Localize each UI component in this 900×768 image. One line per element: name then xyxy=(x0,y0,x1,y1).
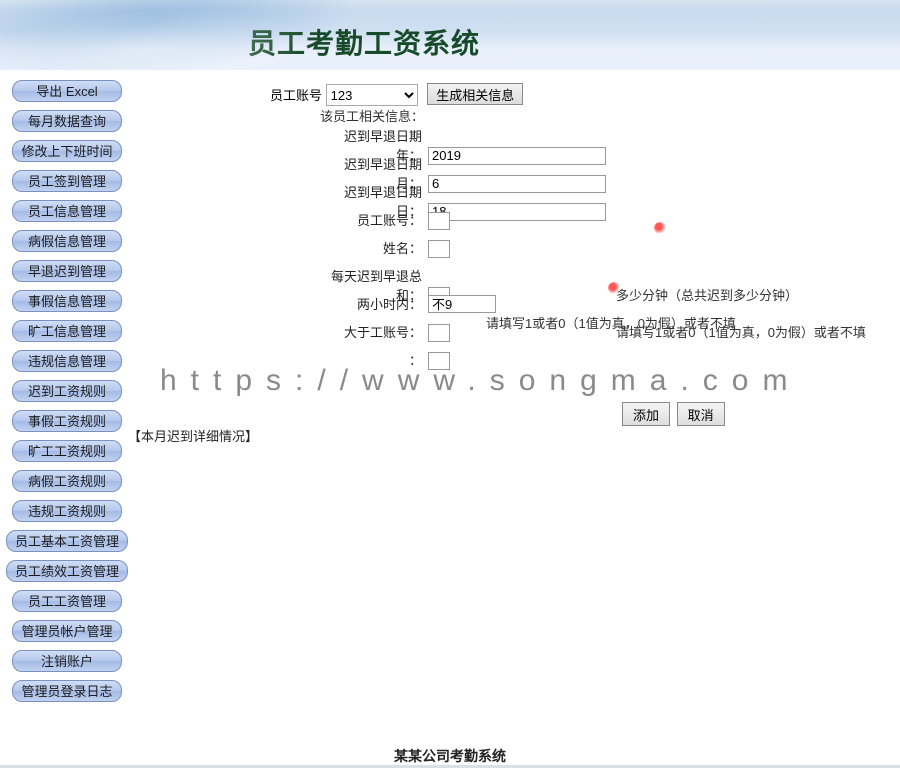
sidebar-item-4[interactable]: 员工信息管理 xyxy=(12,200,122,222)
form-row-1: 迟到早退日期月： xyxy=(320,154,900,182)
form-row-2: 迟到早退日期日： xyxy=(320,182,900,210)
account-label: 员工账号 xyxy=(270,85,322,104)
sidebar-item-10[interactable]: 迟到工资规则 xyxy=(12,380,122,402)
add-button[interactable]: 添加 xyxy=(622,402,670,426)
form-actions: 添加 取消 xyxy=(622,402,728,426)
form-input-8[interactable] xyxy=(428,352,450,370)
cancel-button[interactable]: 取消 xyxy=(677,402,725,426)
sidebar-item-18[interactable]: 管理员帐户管理 xyxy=(12,620,122,642)
form-row-4: 姓名： xyxy=(320,238,900,266)
form-label: 两小时内： xyxy=(320,294,428,313)
form-label: ： xyxy=(320,350,428,369)
sidebar: 导出 Excel 每月数据查询修改上下班时间员工签到管理员工信息管理病假信息管理早… xyxy=(6,80,128,710)
form-row-0: 迟到早退日期年： xyxy=(320,126,900,154)
form-input-4[interactable] xyxy=(428,240,450,258)
employee-info-label: 该员工相关信息： xyxy=(320,106,424,125)
form-input-2[interactable] xyxy=(428,203,606,221)
sidebar-item-1[interactable]: 每月数据查询 xyxy=(12,110,122,132)
form-label: 大于工账号： xyxy=(320,322,428,341)
sidebar-item-17[interactable]: 员工工资管理 xyxy=(12,590,122,612)
form-row-3: 员工账号： xyxy=(320,210,900,238)
sidebar-item-16[interactable]: 员工绩效工资管理 xyxy=(6,560,128,582)
form-label: 姓名： xyxy=(320,238,428,257)
account-select-row: 员工账号 123 生成相关信息 xyxy=(270,83,523,106)
app-title: 员工考勤工资系统 xyxy=(248,22,480,62)
sidebar-item-3[interactable]: 员工签到管理 xyxy=(12,170,122,192)
sidebar-item-5[interactable]: 病假信息管理 xyxy=(12,230,122,252)
sidebar-item-12[interactable]: 旷工工资规则 xyxy=(12,440,122,462)
form-row-6: 两小时内：请填写1或者0（1值为真，0为假）或者不填 xyxy=(320,294,900,322)
sidebar-item-19[interactable]: 注销账户 xyxy=(12,650,122,672)
form-input-3[interactable] xyxy=(428,212,450,230)
form-label: 员工账号： xyxy=(320,210,428,229)
form-hint: 多少分钟（总共迟到多少分钟） xyxy=(616,285,798,304)
sidebar-item-11[interactable]: 事假工资规则 xyxy=(12,410,122,432)
form-input-7[interactable] xyxy=(428,324,450,342)
generate-info-button[interactable]: 生成相关信息 xyxy=(427,83,523,105)
header-banner: 员工考勤工资系统 xyxy=(0,0,900,70)
sidebar-item-14[interactable]: 违规工资规则 xyxy=(12,500,122,522)
form-row-5: 每天迟到早退总和：多少分钟（总共迟到多少分钟） xyxy=(320,266,900,294)
footer-text: 某某公司考勤系统 xyxy=(0,746,900,766)
sidebar-item-20[interactable]: 管理员登录日志 xyxy=(12,680,122,702)
form-row-7: 大于工账号： 请填写1或者0（1值为真，0为假）或者不填 xyxy=(320,322,900,350)
sidebar-item-2[interactable]: 修改上下班时间 xyxy=(12,140,122,162)
sidebar-item-0[interactable]: 导出 Excel xyxy=(12,80,122,102)
account-select[interactable]: 123 xyxy=(326,84,418,106)
sidebar-item-8[interactable]: 旷工信息管理 xyxy=(12,320,122,342)
form-input-6[interactable] xyxy=(428,295,496,313)
form-table: 迟到早退日期年：迟到早退日期月：迟到早退日期日：员工账号： 姓名： 每天迟到早退总和… xyxy=(320,126,900,378)
sidebar-item-6[interactable]: 早退迟到管理 xyxy=(12,260,122,282)
main-area: 员工账号 123 生成相关信息 该员工相关信息： 迟到早退日期年：迟到早退日期月… xyxy=(140,80,900,760)
form-hint: 请填写1或者0（1值为真，0为假）或者不填 xyxy=(616,322,866,341)
sidebar-item-7[interactable]: 事假信息管理 xyxy=(12,290,122,312)
form-row-8: ： xyxy=(320,350,900,378)
sidebar-item-9[interactable]: 违规信息管理 xyxy=(12,350,122,372)
sidebar-item-15[interactable]: 员工基本工资管理 xyxy=(6,530,128,552)
sidebar-item-13[interactable]: 病假工资规则 xyxy=(12,470,122,492)
section-title: 【本月迟到详细情况】 xyxy=(128,426,258,445)
